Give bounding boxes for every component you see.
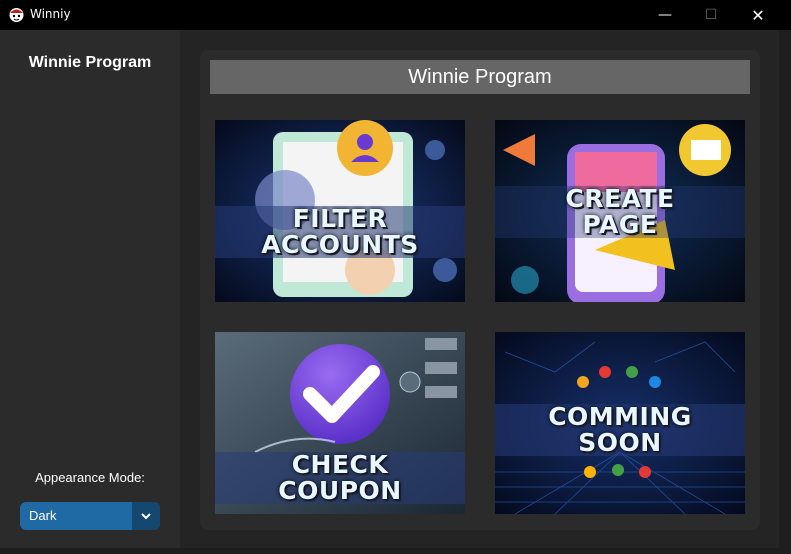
background-terminal-strip <box>0 548 791 554</box>
main-header: Winnie Program <box>210 60 750 94</box>
appearance-mode-select[interactable]: Dark <box>20 502 160 530</box>
comming-soon-label: COMMING SOON <box>495 404 745 456</box>
close-button[interactable]: ✕ <box>735 0 781 30</box>
comming-soon-label-line1: COMMING <box>548 402 692 431</box>
create-page-label: CREATE PAGE <box>495 186 745 238</box>
filter-accounts-label-line2: ACCOUNTS <box>261 230 419 259</box>
sidebar-title: Winnie Program <box>28 54 152 71</box>
check-coupon-label-line1: CHECK <box>291 450 389 479</box>
app-logo-icon <box>9 8 24 22</box>
maximize-button[interactable]: ☐ <box>688 0 734 30</box>
check-coupon-tile[interactable]: CHECK COUPON <box>215 332 465 514</box>
appearance-mode-label: Appearance Mode: <box>35 470 145 485</box>
title-bar: Winniy — ☐ ✕ <box>0 0 791 30</box>
check-coupon-label: CHECK COUPON <box>215 452 465 504</box>
comming-soon-tile[interactable]: COMMING SOON <box>495 332 745 514</box>
check-coupon-label-line2: COUPON <box>278 476 402 505</box>
filter-accounts-label-line1: FILTER <box>292 204 388 233</box>
chevron-down-icon[interactable] <box>132 502 160 530</box>
create-page-label-line2: PAGE <box>582 210 658 239</box>
create-page-tile[interactable]: CREATE PAGE <box>495 120 745 302</box>
filter-accounts-label: FILTER ACCOUNTS <box>215 206 465 258</box>
window-title: Winniy <box>30 7 71 21</box>
close-icon: ✕ <box>751 5 765 25</box>
appearance-mode-value: Dark <box>29 508 57 523</box>
create-page-label-line1: CREATE <box>565 184 675 213</box>
filter-accounts-tile[interactable]: FILTER ACCOUNTS <box>215 120 465 302</box>
maximize-icon: ☐ <box>704 7 718 23</box>
minimize-icon: — <box>658 7 672 23</box>
background-window-strip <box>779 30 791 554</box>
comming-soon-label-line2: SOON <box>578 428 662 457</box>
minimize-button[interactable]: — <box>642 0 688 30</box>
sidebar: Winnie Program Appearance Mode: Dark <box>0 30 180 548</box>
